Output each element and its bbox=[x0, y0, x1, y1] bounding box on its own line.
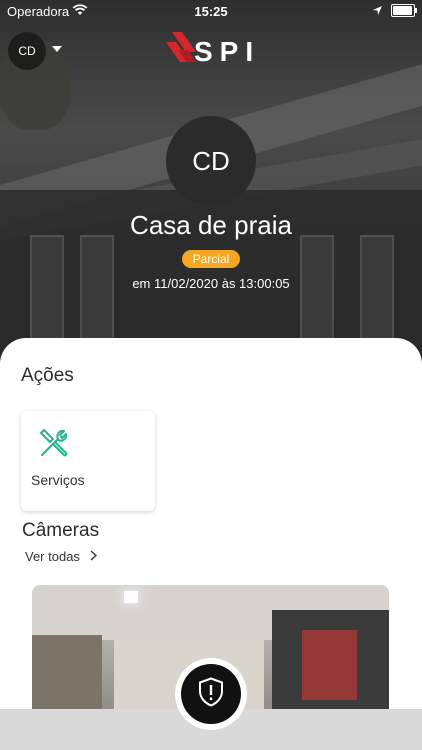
actions-heading: Ações bbox=[21, 365, 74, 386]
logo-text: SPI bbox=[194, 36, 261, 67]
account-initials: CD bbox=[18, 44, 36, 58]
status-badge: Parcial bbox=[182, 250, 240, 268]
services-card[interactable]: Serviços bbox=[21, 411, 155, 511]
location-icon bbox=[372, 4, 383, 19]
last-update-text: em 11/02/2020 às 13:00:05 bbox=[132, 276, 290, 291]
battery-icon bbox=[391, 4, 417, 17]
tools-icon bbox=[37, 426, 71, 460]
property-initials: CD bbox=[192, 145, 230, 176]
chevron-down-icon[interactable] bbox=[52, 46, 62, 52]
see-all-cameras-link[interactable]: Ver todas bbox=[25, 549, 97, 564]
account-avatar-button[interactable]: CD bbox=[8, 32, 46, 70]
property-name: Casa de praia bbox=[130, 210, 292, 240]
alarm-button[interactable] bbox=[181, 664, 241, 724]
status-bar: Operadora 15:25 bbox=[0, 0, 422, 22]
clock: 15:25 bbox=[194, 4, 228, 19]
spi-logo: SPI bbox=[166, 28, 266, 72]
services-label: Serviços bbox=[31, 472, 85, 488]
see-all-label: Ver todas bbox=[25, 549, 80, 564]
chevron-right-icon bbox=[90, 549, 97, 564]
cameras-heading: Câmeras bbox=[22, 520, 100, 541]
shield-alert-icon bbox=[198, 676, 224, 712]
property-avatar: CD bbox=[166, 116, 256, 206]
